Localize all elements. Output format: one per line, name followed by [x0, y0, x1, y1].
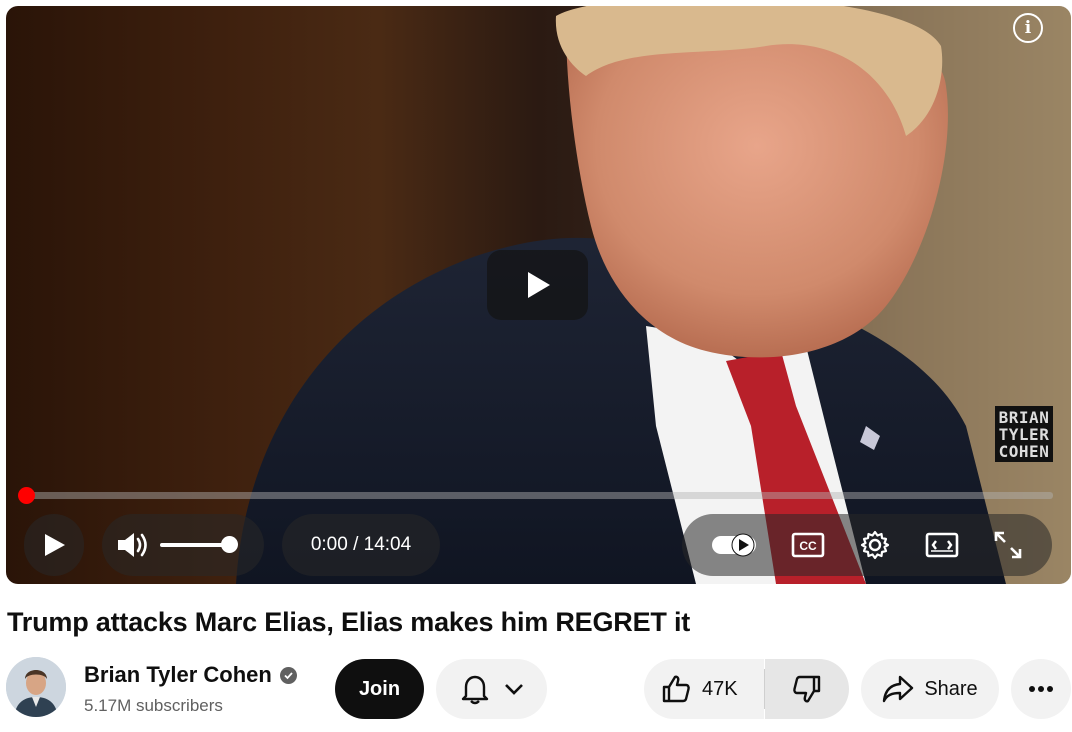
gear-icon — [860, 530, 890, 560]
more-horiz-icon — [1029, 686, 1053, 692]
thumbs-up-icon — [662, 675, 690, 703]
subscription-bell-button[interactable] — [436, 659, 547, 719]
play-icon — [45, 534, 65, 556]
info-icon[interactable]: i — [1013, 13, 1043, 43]
mute-button[interactable] — [116, 530, 152, 560]
chevron-down-icon — [504, 684, 523, 695]
progress-bar[interactable] — [18, 487, 1053, 504]
more-actions-button[interactable] — [1011, 659, 1071, 719]
volume-slider[interactable] — [160, 536, 238, 553]
share-icon — [883, 675, 914, 703]
video-title: Trump attacks Marc Elias, Elias makes hi… — [7, 607, 691, 637]
play-button[interactable] — [24, 514, 84, 576]
avatar[interactable] — [6, 657, 66, 717]
share-label: Share — [924, 677, 978, 700]
volume-icon — [118, 533, 147, 557]
share-button[interactable]: Share — [861, 659, 999, 719]
channel-name[interactable]: Brian Tyler Cohen — [84, 662, 272, 688]
time-display: 0:00 / 14:04 — [282, 514, 440, 576]
progress-scrubber[interactable] — [18, 487, 35, 504]
watermark-text: BRIAN TYLER COHEN — [998, 408, 1050, 461]
miniplayer-button[interactable] — [925, 531, 959, 559]
subscriber-count: 5.17M subscribers — [84, 696, 223, 715]
like-button[interactable]: 47K — [644, 659, 764, 719]
like-count: 47K — [702, 677, 738, 700]
svg-text:CC: CC — [799, 539, 817, 553]
volume-knob[interactable] — [221, 536, 238, 553]
autoplay-toggle-icon — [712, 533, 756, 557]
miniplayer-icon — [925, 532, 959, 558]
cc-icon: CC — [791, 532, 825, 558]
settings-button[interactable] — [859, 529, 891, 561]
fullscreen-button[interactable] — [993, 530, 1023, 560]
autoplay-toggle[interactable] — [711, 532, 757, 558]
right-controls: CC — [682, 514, 1052, 576]
time-text: 0:00 / 14:04 — [310, 534, 412, 555]
bell-icon — [461, 675, 488, 705]
join-button[interactable]: Join — [335, 659, 424, 719]
dislike-button[interactable] — [765, 659, 849, 719]
channel-avatar-image — [6, 657, 66, 717]
video-player[interactable]: i BRIAN TYLER COHEN 0:00 / 14:04 CC — [6, 6, 1071, 584]
center-play-button[interactable] — [487, 250, 588, 320]
fullscreen-icon — [994, 531, 1022, 559]
channel-watermark: BRIAN TYLER COHEN — [995, 406, 1053, 462]
join-label: Join — [358, 677, 401, 700]
play-icon — [527, 272, 550, 298]
thumbs-down-icon — [793, 675, 821, 703]
volume-control[interactable] — [102, 514, 264, 576]
captions-button[interactable]: CC — [791, 531, 825, 559]
verified-badge-icon — [280, 667, 297, 684]
